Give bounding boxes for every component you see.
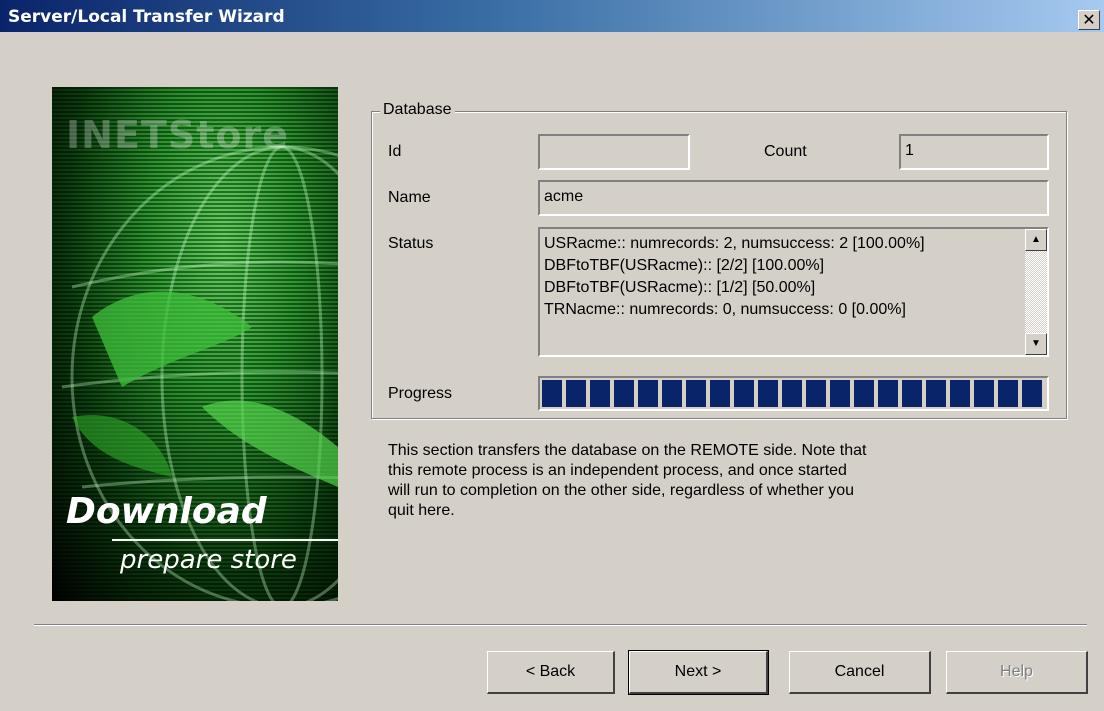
status-lines: USRacme:: numrecords: 2, numsuccess: 2 [… — [544, 233, 1018, 321]
status-log[interactable]: USRacme:: numrecords: 2, numsuccess: 2 [… — [538, 227, 1049, 357]
scroll-down-button[interactable]: ▼ — [1025, 333, 1047, 355]
banner-watermark: INETStore — [66, 113, 289, 157]
id-label: Id — [388, 143, 402, 160]
help-button[interactable]: Help — [946, 651, 1088, 694]
name-label: Name — [388, 189, 431, 206]
status-line: DBFtoTBF(USRacme):: [2/2] [100.00%] — [544, 257, 825, 274]
back-button[interactable]: < Back — [487, 651, 615, 694]
name-field[interactable]: acme — [538, 180, 1049, 216]
wizard-banner-image: INETStore Download prepare store — [52, 87, 338, 601]
close-icon: ✕ — [1082, 10, 1096, 29]
status-label: Status — [388, 235, 434, 252]
status-line: USRacme:: numrecords: 2, numsuccess: 2 [… — [544, 235, 925, 252]
scroll-up-button[interactable]: ▲ — [1025, 229, 1047, 251]
banner-subtitle: prepare store — [120, 545, 297, 575]
progress-fill — [542, 380, 1045, 407]
status-line: DBFtoTBF(USRacme):: [1/2] [50.00%] — [544, 279, 816, 296]
up-arrow-icon: ▲ — [1031, 234, 1041, 245]
next-button[interactable]: Next > — [628, 650, 769, 695]
banner-title: Download — [66, 491, 267, 532]
button-separator — [34, 624, 1087, 626]
title-bar: Server/Local Transfer Wizard ✕ — [0, 0, 1104, 32]
close-button[interactable]: ✕ — [1078, 10, 1100, 30]
banner-divider — [112, 539, 338, 541]
id-field[interactable] — [538, 134, 690, 170]
progress-bar — [538, 376, 1049, 411]
down-arrow-icon: ▼ — [1031, 338, 1041, 349]
count-field[interactable]: 1 — [899, 134, 1049, 170]
count-label: Count — [764, 143, 807, 160]
description-text: This section transfers the database on t… — [388, 442, 867, 519]
status-scrollbar[interactable]: ▲ ▼ — [1025, 229, 1047, 355]
progress-label: Progress — [388, 385, 453, 402]
cancel-button[interactable]: Cancel — [789, 651, 931, 694]
database-legend: Database — [380, 101, 455, 119]
status-line: TRNacme:: numrecords: 0, numsuccess: 0 [… — [544, 301, 906, 318]
window-title: Server/Local Transfer Wizard — [8, 7, 285, 27]
